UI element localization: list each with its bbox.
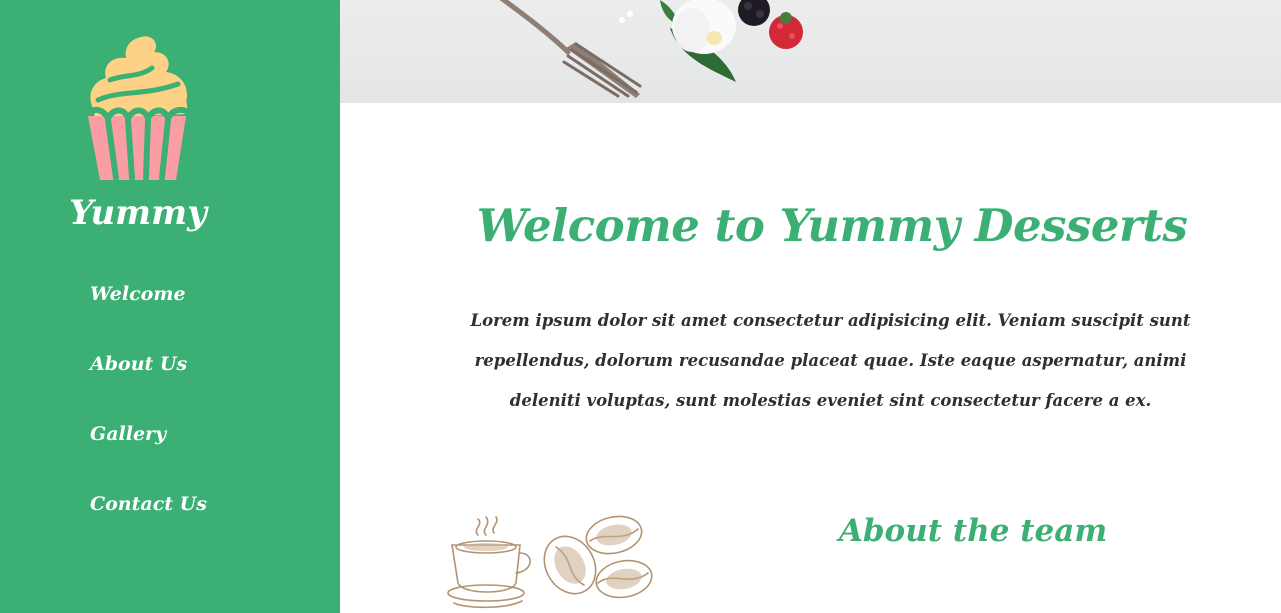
nav-item-gallery: Gallery bbox=[90, 423, 207, 493]
nav-link-welcome[interactable]: Welcome bbox=[90, 283, 186, 305]
sidebar-nav: Welcome About Us Gallery Contact Us bbox=[90, 283, 207, 563]
welcome-text: Lorem ipsum dolor sit amet consectetur a… bbox=[470, 311, 1191, 410]
coffee-beans-icon bbox=[447, 515, 653, 609]
fork-icon bbox=[499, 0, 642, 98]
nav-link-about-us[interactable]: About Us bbox=[90, 353, 187, 375]
welcome-title: Welcome to Yummy Desserts bbox=[476, 199, 1188, 252]
cupcake-icon[interactable] bbox=[80, 34, 198, 184]
about-team-title: About the team bbox=[838, 513, 1108, 549]
nav-item-about: About Us bbox=[90, 353, 207, 423]
brand-name[interactable]: Yummy bbox=[0, 193, 276, 233]
main-content: Welcome to Yummy Desserts Lorem ipsum do… bbox=[340, 103, 1281, 613]
nav-item-welcome: Welcome bbox=[90, 283, 207, 353]
nav-link-gallery[interactable]: Gallery bbox=[90, 423, 166, 445]
nav-link-contact-us[interactable]: Contact Us bbox=[90, 493, 207, 515]
hero-image bbox=[340, 0, 1281, 103]
sidebar: Yummy Welcome About Us Gallery Contact U… bbox=[0, 0, 340, 613]
nav-item-contact: Contact Us bbox=[90, 493, 207, 563]
dessert-photo bbox=[499, 0, 803, 98]
